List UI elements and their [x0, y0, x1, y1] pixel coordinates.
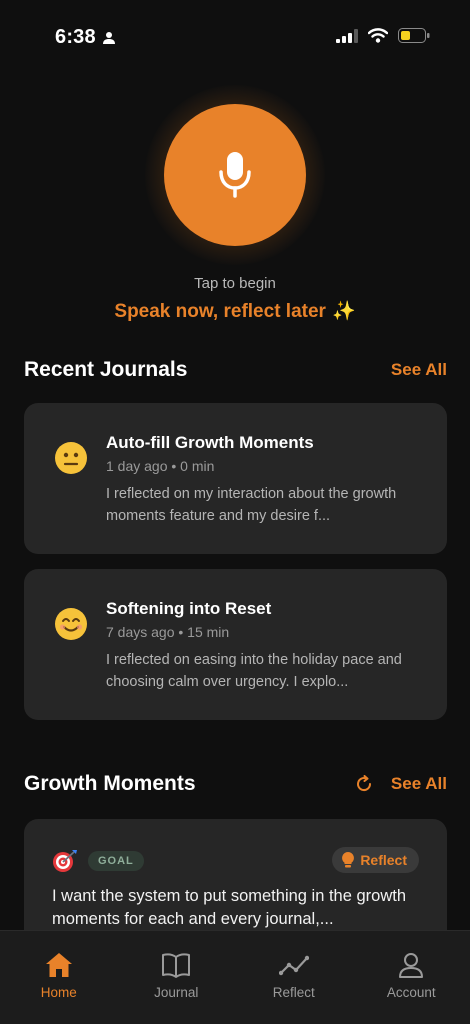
tab-label: Account	[386, 985, 436, 1000]
journal-title: Auto-fill Growth Moments	[106, 433, 314, 452]
person-icon	[399, 953, 424, 978]
journal-meta: 1 day ago • 0 min	[106, 458, 215, 474]
microphone-icon	[219, 152, 251, 198]
person-status-icon	[102, 31, 115, 44]
tab-journal[interactable]: Journal	[118, 931, 236, 1024]
wifi-icon	[368, 28, 388, 43]
reflect-label: Reflect	[360, 852, 407, 868]
home-icon	[45, 953, 72, 977]
target-dart-icon	[53, 850, 77, 872]
growth-moments-header: Growth Moments See All	[24, 772, 447, 796]
growth-moments-see-all[interactable]: See All	[391, 774, 447, 794]
tab-home[interactable]: Home	[0, 931, 118, 1024]
refresh-icon[interactable]	[355, 775, 373, 793]
recent-journals-see-all[interactable]: See All	[391, 360, 447, 380]
goal-row: GOAL	[52, 849, 144, 873]
recent-journals-title: Recent Journals	[24, 358, 188, 381]
goal-badge: GOAL	[88, 851, 144, 871]
journal-excerpt: I reflected on easing into the holiday p…	[106, 652, 402, 690]
status-bar: 6:38	[0, 0, 470, 72]
reflect-button[interactable]: Reflect	[332, 847, 419, 873]
tab-label: Reflect	[272, 985, 315, 1000]
cellular-signal-icon	[336, 28, 358, 43]
tagline-text: Speak now, reflect later	[114, 301, 326, 322]
tab-label: Home	[40, 985, 77, 1000]
smiling-face-icon	[55, 608, 87, 640]
neutral-face-icon	[55, 442, 87, 474]
book-icon	[162, 953, 191, 978]
lightbulb-icon	[342, 852, 355, 868]
sparkle-icon: ✨	[331, 301, 356, 322]
tab-account[interactable]: Account	[353, 931, 470, 1024]
journal-meta: 7 days ago • 15 min	[106, 624, 230, 640]
growth-moments-actions: See All	[355, 774, 447, 794]
recent-journals-header: Recent Journals See All	[24, 358, 447, 382]
tab-reflect[interactable]: Reflect	[235, 931, 353, 1024]
status-time-group: 6:38	[55, 26, 116, 49]
tab-label: Journal	[154, 985, 199, 1000]
record-button[interactable]	[164, 104, 306, 246]
journal-title: Softening into Reset	[106, 599, 272, 618]
system-icons	[336, 28, 430, 43]
battery-icon	[398, 28, 430, 43]
journal-excerpt: I reflected on my interaction about the …	[106, 486, 397, 524]
journal-card[interactable]: Softening into Reset 7 days ago • 15 min…	[24, 569, 447, 720]
journal-card[interactable]: Auto-fill Growth Moments 1 day ago • 0 m…	[24, 403, 447, 554]
growth-moment-text: I want the system to put something in th…	[52, 887, 407, 928]
status-time: 6:38	[55, 26, 96, 48]
record-button-glow	[145, 85, 325, 265]
tap-hint: Tap to begin	[194, 275, 276, 292]
tab-bar: Home Journal Reflect Account	[0, 930, 470, 1024]
tagline: Speak now, reflect later ✨	[0, 299, 470, 323]
growth-moments-title: Growth Moments	[24, 772, 196, 795]
trend-icon	[278, 955, 309, 976]
